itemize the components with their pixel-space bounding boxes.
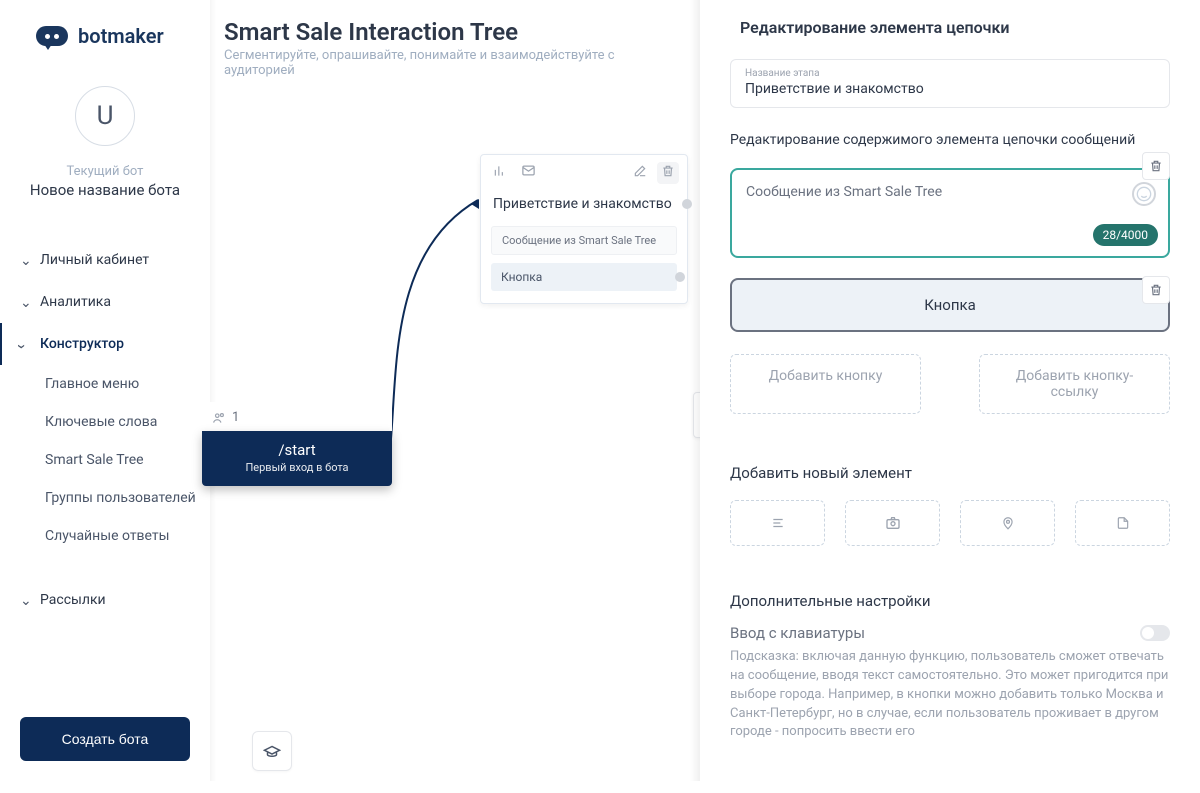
chevron-down-icon [20,297,30,307]
element-type-row [730,500,1170,546]
text-lines-icon [769,516,787,530]
step-node-button[interactable]: Кнопка [491,263,677,291]
stage-name-label: Название этапа [745,68,1155,79]
canvas[interactable]: 1 /start Первый вход в бота Приветствие … [210,92,699,793]
keyboard-input-hint: Подсказка: включая данную функцию, польз… [730,648,1170,742]
current-bot-label: Текущий бот [10,164,200,179]
add-link-button[interactable]: Добавить кнопку-ссылку [979,354,1170,414]
sub-smart-tree[interactable]: Smart Sale Tree [0,441,210,479]
panel-title: Редактирование элемента цепочки [730,0,1170,59]
start-node-header: 1 [202,402,392,431]
main-canvas: Smart Sale Interaction Tree Сегментируйт… [210,0,699,781]
stats-icon[interactable] [489,162,511,184]
sidebar: botmaker U Текущий бот Новое название бо… [0,0,210,781]
stage-name-field[interactable]: Название этапа Приветствие и знакомство [730,59,1170,108]
chevron-down-icon [20,339,30,349]
sub-random[interactable]: Случайные ответы [0,517,210,555]
add-location-element[interactable] [960,500,1055,546]
message-editor[interactable]: Сообщение из Smart Sale Tree 28/4000 [730,168,1170,258]
input-port-icon [471,199,479,209]
page-title: Smart Sale Interaction Tree [224,18,685,46]
sidebar-footer: Создать бота [0,697,210,781]
char-counter: 28/4000 [1093,224,1158,246]
trash-icon [1149,159,1163,173]
help-button[interactable] [252,731,292,771]
nav-constructor[interactable]: Конструктор [0,323,210,365]
button-editor[interactable]: Кнопка [730,278,1170,332]
delete-button-button[interactable] [1142,276,1170,304]
right-panel: Редактирование элемента цепочки Название… [700,0,1200,781]
step-node[interactable]: Приветствие и знакомство Сообщение из Sm… [480,154,688,304]
extra-settings-label: Дополнительные настройки [730,592,1170,610]
keyboard-input-row: Ввод с клавиатуры [730,624,1170,642]
graduation-cap-icon [263,744,281,758]
start-node-subtitle: Первый вход в бота [212,461,382,474]
delete-message-button[interactable] [1142,152,1170,180]
smile-icon [1136,186,1152,202]
sub-main-menu[interactable]: Главное меню [0,365,210,403]
nav-personal[interactable]: Личный кабинет [0,239,210,281]
emoji-button[interactable] [1132,182,1156,206]
logo-text: botmaker [78,24,164,48]
file-icon [1116,514,1130,532]
chevron-down-icon [20,595,30,605]
mail-icon[interactable] [517,161,540,184]
bot-name: Новое название бота [10,181,200,199]
trash-icon [1149,283,1163,297]
users-icon [212,411,226,425]
start-node[interactable]: 1 /start Первый вход в бота [202,402,392,486]
button-editor-label: Кнопка [924,296,976,314]
step-node-title: Приветствие и знакомство [481,190,687,222]
keyboard-input-label: Ввод с клавиатуры [730,624,865,642]
stage-name-value: Приветствие и знакомство [745,79,1155,97]
keyboard-input-toggle[interactable] [1140,625,1170,641]
avatar[interactable]: U [75,86,135,146]
add-file-element[interactable] [1075,500,1170,546]
location-pin-icon [1001,514,1015,532]
start-node-body: /start Первый вход в бота [202,431,392,486]
main-header: Smart Sale Interaction Tree Сегментируйт… [210,0,699,92]
current-bot-block: U Текущий бот Новое название бота [0,66,210,229]
nav-mailings[interactable]: Рассылки [0,579,210,621]
add-element-label: Добавить новый элемент [730,464,1170,482]
camera-icon [884,515,902,531]
delete-icon[interactable] [657,162,679,184]
edit-icon[interactable] [629,162,651,184]
add-text-element[interactable] [730,500,825,546]
edit-content-label: Редактирование содержимого элемента цепо… [730,132,1170,148]
output-port-icon[interactable] [675,272,685,282]
nav: Личный кабинет Аналитика Конструктор Гла… [0,229,210,697]
add-button-row: Добавить кнопку Добавить кнопку-ссылку [730,354,1170,414]
logo-icon [36,26,68,46]
step-node-message[interactable]: Сообщение из Smart Sale Tree [491,226,677,255]
step-toolbar [481,155,687,190]
logo[interactable]: botmaker [0,0,210,66]
sub-keywords[interactable]: Ключевые слова [0,403,210,441]
nav-analytics[interactable]: Аналитика [0,281,210,323]
start-node-title: /start [212,441,382,459]
add-image-element[interactable] [845,500,940,546]
nav-constructor-subs: Главное меню Ключевые слова Smart Sale T… [0,365,210,555]
chevron-down-icon [20,255,30,265]
page-subtitle: Сегментируйте, опрашивайте, понимайте и … [224,48,685,78]
sub-groups[interactable]: Группы пользователей [0,479,210,517]
create-bot-button[interactable]: Создать бота [20,717,190,761]
add-button[interactable]: Добавить кнопку [730,354,921,414]
